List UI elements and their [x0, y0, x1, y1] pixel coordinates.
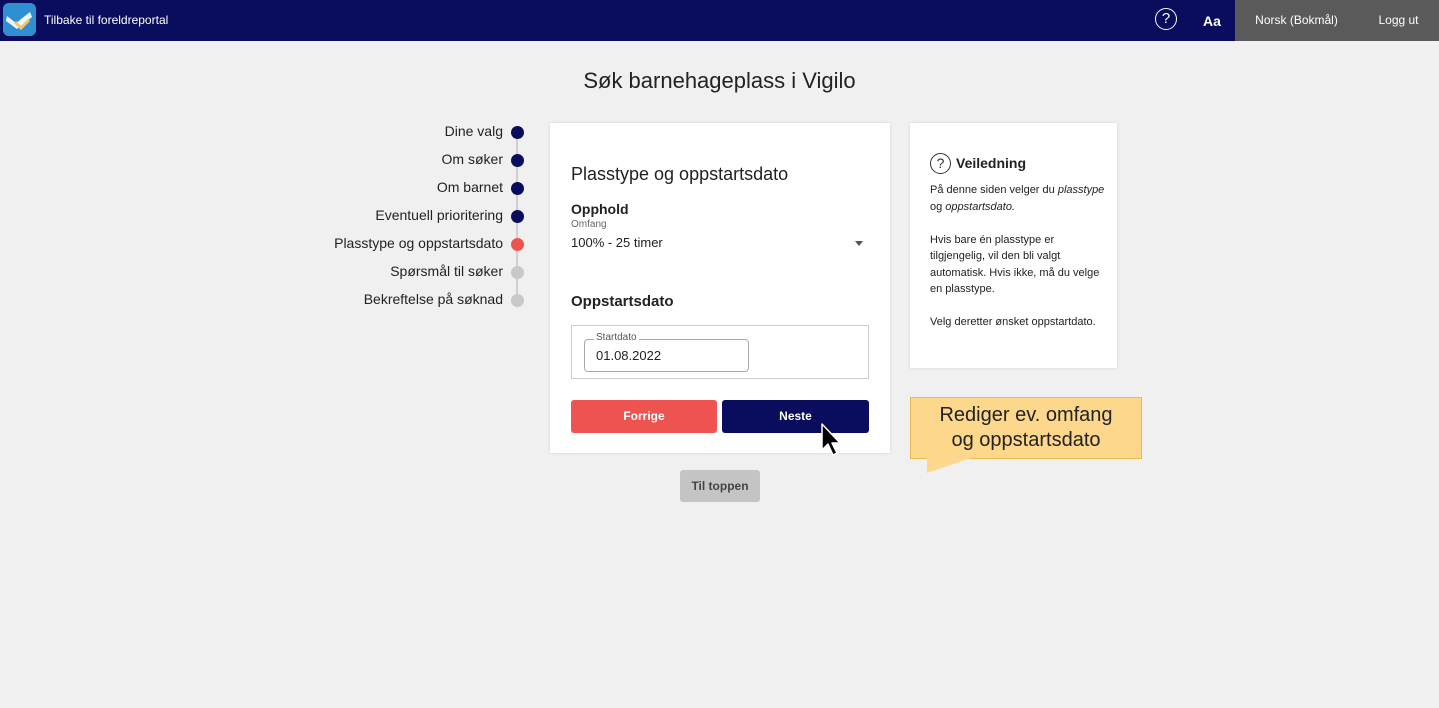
- startdate-title: Oppstartsdato: [571, 293, 674, 310]
- omfang-value: 100% - 25 timer: [571, 235, 663, 250]
- back-to-parent-portal-link[interactable]: Tilbake til foreldreportal: [44, 13, 168, 27]
- omfang-select[interactable]: 100% - 25 timer: [571, 233, 868, 255]
- page-title: Søk barnehageplass i Vigilo: [583, 68, 856, 93]
- startdate-value: 01.08.2022: [596, 348, 662, 363]
- previous-button[interactable]: Forrige: [571, 400, 717, 433]
- mouse-cursor-icon: [821, 423, 841, 456]
- logout-button[interactable]: Logg ut: [1358, 0, 1439, 41]
- guide-text: På denne siden velger du plasstype og op…: [930, 182, 1105, 331]
- dropdown-arrow-icon: [855, 241, 863, 246]
- step-label: Om barnet: [436, 179, 503, 195]
- step-bekreftelse-pa-soknad[interactable]: Bekreftelse på søknad: [300, 288, 524, 308]
- step-dot: [511, 266, 524, 279]
- step-plasstype-og-oppstartsdato[interactable]: Plasstype og oppstartsdato: [300, 232, 524, 252]
- callout-line: Rediger ev. omfang: [939, 404, 1113, 426]
- step-dot: [511, 238, 524, 251]
- question-circle-icon: ?: [930, 153, 951, 174]
- back-to-top-button[interactable]: Til toppen: [680, 470, 760, 502]
- opphold-label: Opphold: [571, 201, 629, 217]
- step-dot: [511, 210, 524, 223]
- vigilo-logo-icon[interactable]: [3, 3, 36, 36]
- step-label: Bekreftelse på søknad: [363, 291, 503, 307]
- omfang-label: Omfang: [571, 219, 607, 230]
- step-label: Om søker: [441, 151, 503, 167]
- callout-tail: [927, 458, 971, 473]
- step-label: Spørsmål til søker: [390, 263, 503, 279]
- step-eventuell-prioritering[interactable]: Eventuell prioritering: [300, 204, 524, 224]
- guide-title: Veiledning: [956, 155, 1027, 171]
- step-dot: [511, 126, 524, 139]
- step-dot: [511, 182, 524, 195]
- step-label: Dine valg: [444, 123, 503, 139]
- progress-steps: Dine valg Om søker Om barnet Eventuell p…: [300, 116, 540, 316]
- step-label: Eventuell prioritering: [375, 207, 503, 223]
- step-dot: [511, 294, 524, 307]
- step-sporsmal-til-soker[interactable]: Spørsmål til søker: [300, 260, 524, 280]
- step-om-barnet[interactable]: Om barnet: [300, 176, 524, 196]
- step-dine-valg[interactable]: Dine valg: [300, 120, 524, 140]
- font-size-button[interactable]: Aa: [1203, 13, 1221, 29]
- startdate-input[interactable]: Startdato 01.08.2022: [584, 332, 749, 372]
- step-label: Plasstype og oppstartsdato: [334, 235, 503, 251]
- top-bar: Tilbake til foreldreportal ? Aa Norsk (B…: [0, 0, 1439, 41]
- form-card: Plasstype og oppstartsdato Opphold Omfan…: [550, 123, 890, 453]
- guide-paragraph: På denne siden velger du plasstype og op…: [930, 184, 1105, 213]
- startdate-container: Startdato 01.08.2022: [571, 325, 869, 379]
- next-button[interactable]: Neste: [722, 400, 869, 433]
- guide-paragraph: Velg deretter ønsket oppstartdato.: [930, 316, 1096, 328]
- callout-line: og oppstartsdato: [951, 429, 1101, 451]
- help-icon[interactable]: ?: [1155, 8, 1177, 30]
- annotation-callout: Rediger ev. omfang og oppstartsdato: [910, 397, 1142, 459]
- guide-paragraph: Hvis bare én plasstype er tilgjengelig, …: [930, 233, 1100, 296]
- language-button[interactable]: Norsk (Bokmål): [1235, 0, 1358, 41]
- step-om-soker[interactable]: Om søker: [300, 148, 524, 168]
- guide-card: ? Veiledning På denne siden velger du pl…: [910, 123, 1117, 368]
- section-title: Plasstype og oppstartsdato: [571, 164, 789, 184]
- step-dot: [511, 154, 524, 167]
- startdate-field-label: Startdato: [594, 332, 639, 343]
